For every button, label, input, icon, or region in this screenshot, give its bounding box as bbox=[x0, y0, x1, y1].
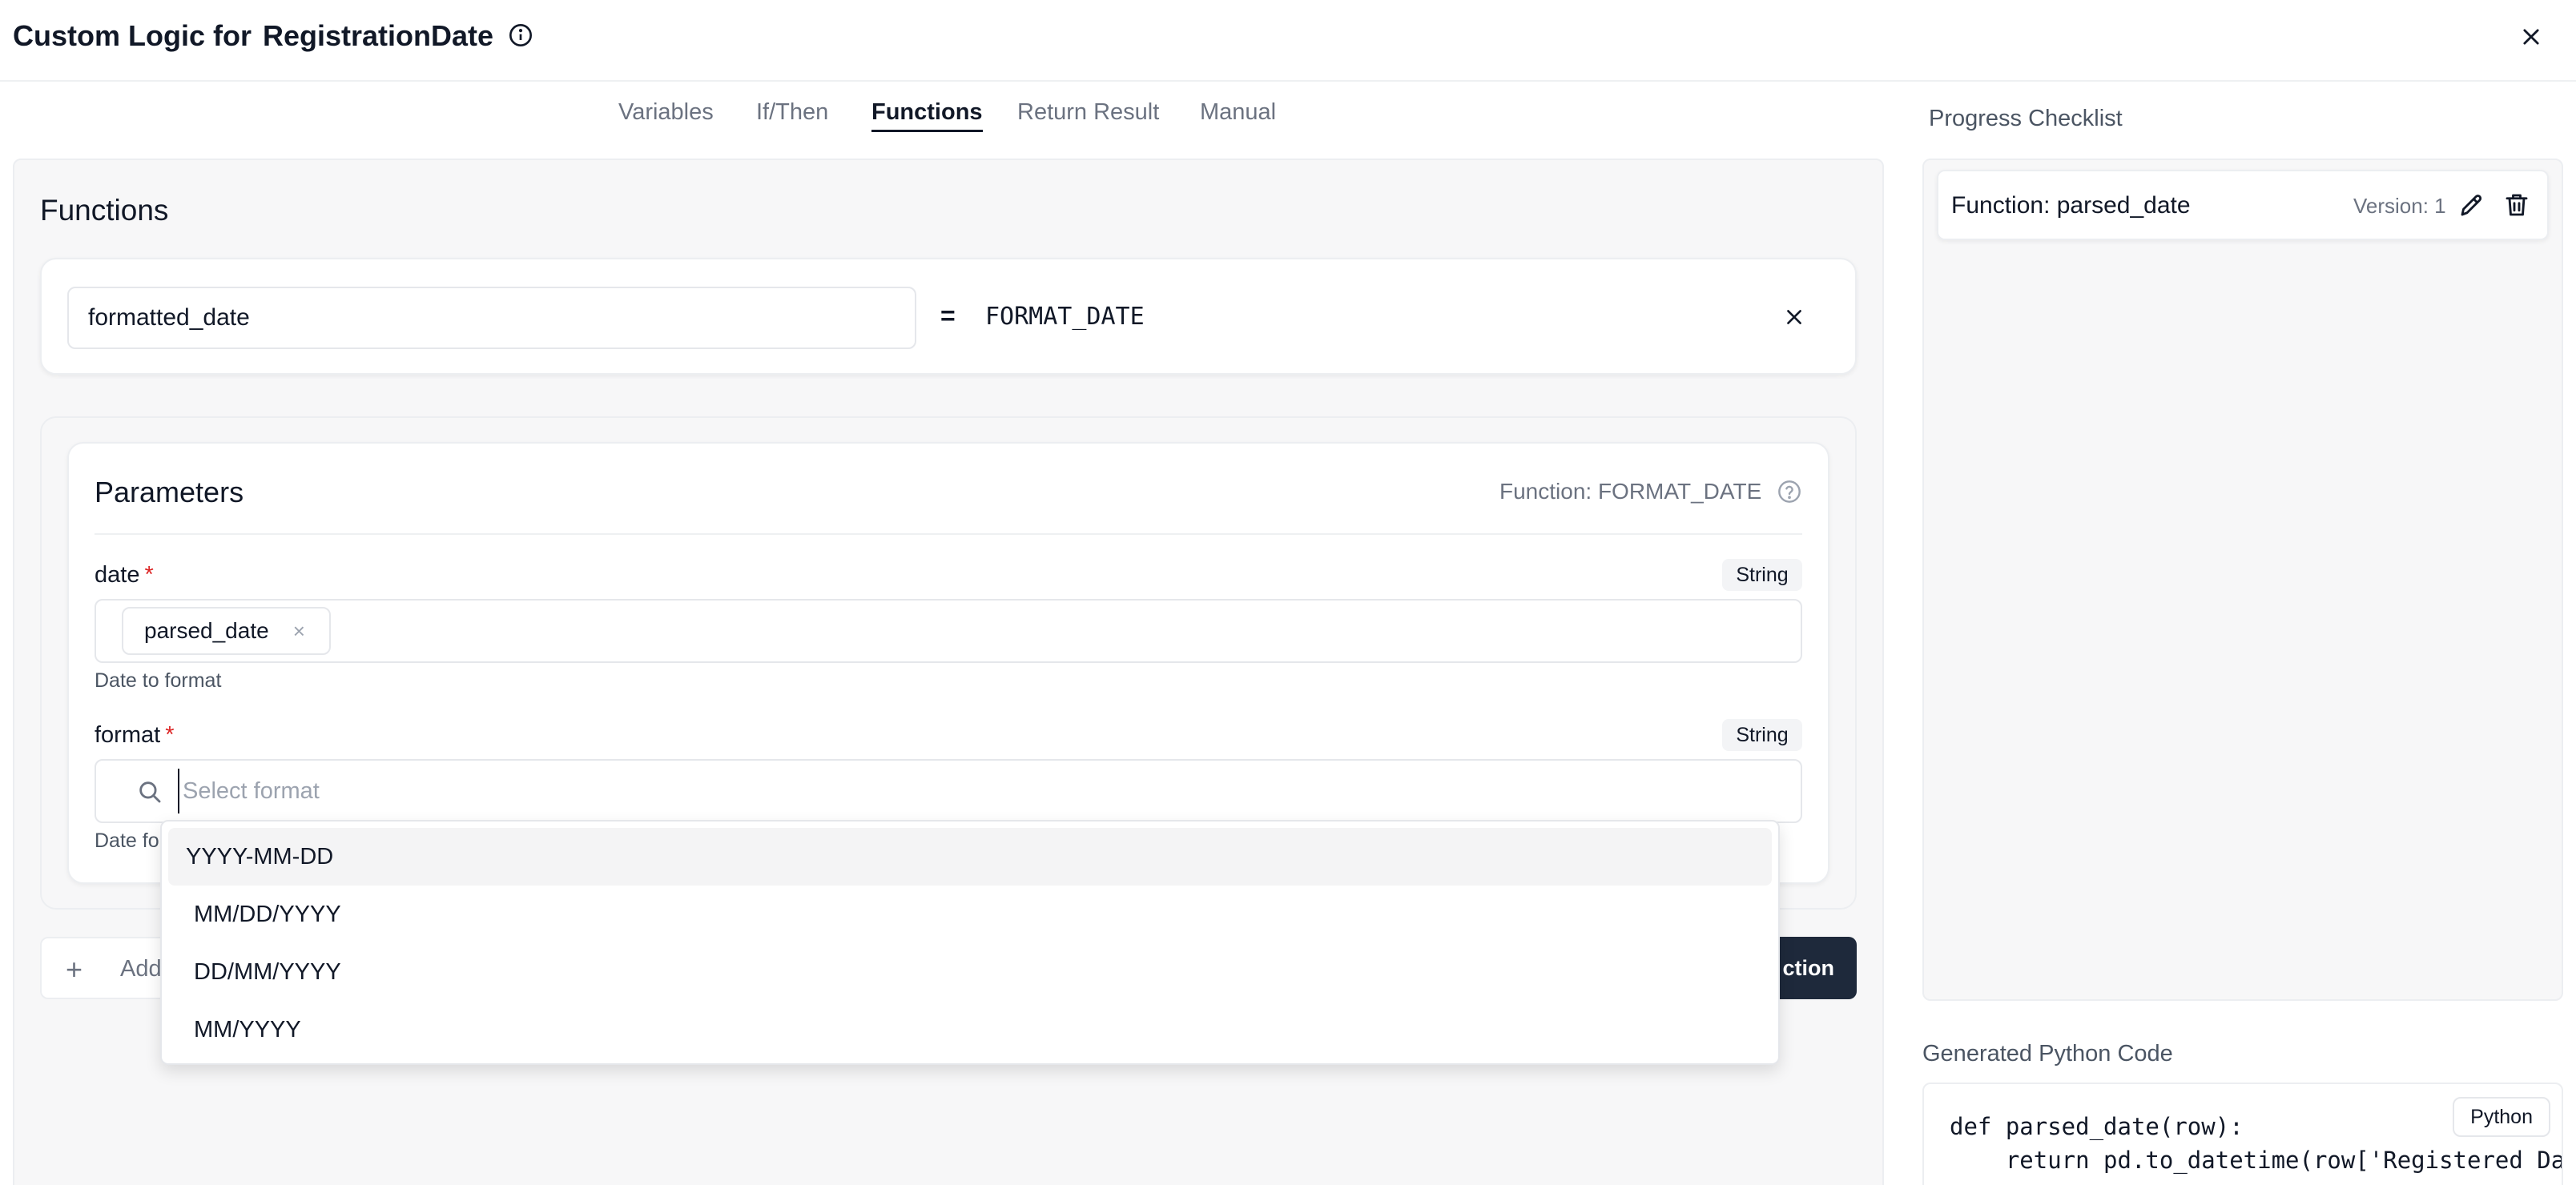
format-label-text: format bbox=[95, 722, 161, 748]
format-param-label: format * bbox=[95, 722, 174, 749]
title-field-name: RegistrationDate bbox=[262, 19, 494, 52]
date-param-help: Date to format bbox=[95, 669, 222, 692]
format-option[interactable]: DD/MM/YYYY bbox=[168, 943, 1772, 1001]
search-icon bbox=[139, 781, 161, 803]
code-language-badge[interactable]: Python bbox=[2453, 1097, 2550, 1137]
logic-tabs: Variables If/Then Functions Return Resul… bbox=[0, 99, 1874, 138]
checklist-item: Function: parsed_date Version: 1 bbox=[1937, 170, 2549, 240]
functions-section-title: Functions bbox=[40, 194, 169, 227]
tab-functions[interactable]: Functions bbox=[871, 99, 983, 132]
chip-remove-icon[interactable]: × bbox=[293, 619, 305, 644]
close-dialog-button[interactable] bbox=[2515, 21, 2547, 53]
format-param-help: Date fo bbox=[95, 830, 159, 852]
function-name-input[interactable]: formatted_date bbox=[67, 287, 916, 349]
function-definition-card: formatted_date = FORMAT_DATE bbox=[40, 258, 1857, 375]
tab-if-then[interactable]: If/Then bbox=[756, 99, 828, 126]
code-panel: def parsed_date(row): return pd.to_datet… bbox=[1922, 1083, 2563, 1185]
parameters-divider bbox=[95, 533, 1802, 535]
close-icon bbox=[1787, 310, 1801, 324]
format-type-badge: String bbox=[1722, 719, 1802, 751]
info-icon[interactable] bbox=[508, 22, 533, 48]
variable-chip: parsed_date × bbox=[122, 607, 331, 655]
code-line: def parsed_date(row): bbox=[1950, 1113, 2244, 1140]
progress-checklist-title: Progress Checklist bbox=[1929, 106, 2123, 131]
close-icon bbox=[2523, 29, 2539, 45]
code-line: return pd.to_datetime(row['Registered Da… bbox=[1950, 1147, 2563, 1174]
parameters-function-label: Function: FORMAT_DATE bbox=[1499, 479, 1762, 504]
checklist-item-version: Version: 1 bbox=[2353, 194, 2446, 218]
equals-sign: = bbox=[940, 301, 956, 330]
date-label-text: date bbox=[95, 562, 140, 588]
dialog-header: Custom Logic for RegistrationDate bbox=[0, 0, 2576, 82]
date-param-input[interactable]: parsed_date × bbox=[95, 599, 1802, 663]
dialog-title: Custom Logic for RegistrationDate bbox=[13, 19, 493, 53]
help-circle-icon[interactable] bbox=[1777, 479, 1802, 504]
tab-manual[interactable]: Manual bbox=[1200, 99, 1276, 126]
chip-label: parsed_date bbox=[144, 618, 269, 643]
parameters-title: Parameters bbox=[95, 476, 244, 508]
progress-checklist-panel bbox=[1922, 159, 2563, 1001]
selected-function-name[interactable]: FORMAT_DATE bbox=[985, 303, 1145, 331]
remove-function-button[interactable] bbox=[1778, 301, 1810, 333]
format-select-box[interactable] bbox=[95, 759, 1802, 823]
format-option[interactable]: MM/YYYY bbox=[168, 1001, 1772, 1058]
format-dropdown-menu: YYYY-MM-DD MM/DD/YYYY DD/MM/YYYY MM/YYYY bbox=[160, 820, 1780, 1065]
date-type-badge: String bbox=[1722, 559, 1802, 591]
tab-variables[interactable]: Variables bbox=[618, 99, 714, 126]
required-marker: * bbox=[165, 722, 175, 748]
format-option[interactable]: MM/DD/YYYY bbox=[168, 886, 1772, 943]
trash-icon[interactable] bbox=[2502, 191, 2531, 219]
plus-icon: + bbox=[66, 953, 83, 986]
title-prefix: Custom Logic for bbox=[13, 19, 252, 52]
date-param-label: date * bbox=[95, 562, 154, 588]
checklist-item-label: Function: parsed_date bbox=[1951, 192, 2191, 219]
required-marker: * bbox=[144, 562, 154, 588]
format-option[interactable]: YYYY-MM-DD bbox=[168, 828, 1772, 886]
tab-return-result[interactable]: Return Result bbox=[1017, 99, 1159, 126]
generated-code-title: Generated Python Code bbox=[1922, 1041, 2173, 1066]
format-search-input[interactable] bbox=[178, 769, 1700, 813]
pencil-icon[interactable] bbox=[2457, 191, 2486, 219]
